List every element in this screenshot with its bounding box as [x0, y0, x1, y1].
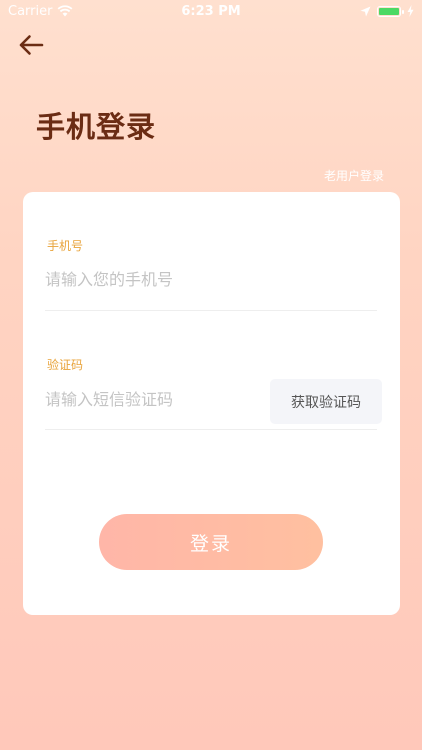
location-arrow-icon [360, 6, 371, 16]
status-right [360, 5, 414, 17]
code-input[interactable] [45, 382, 260, 416]
page-title: 手机登录 [36, 110, 157, 144]
status-left: Carrier [8, 4, 73, 19]
old-user-login-link[interactable]: 老用户登录 [324, 167, 384, 184]
login-card: 手机号 验证码 获取验证码 登录 [23, 192, 400, 615]
code-label: 验证码 [47, 358, 84, 372]
code-divider [45, 429, 377, 430]
carrier-label: Carrier [8, 3, 53, 19]
get-code-button[interactable]: 获取验证码 [270, 379, 382, 424]
back-button[interactable] [16, 30, 46, 60]
phone-divider [45, 310, 377, 311]
arrow-left-icon [19, 35, 44, 55]
battery-fill [379, 7, 399, 15]
login-button[interactable]: 登录 [99, 514, 323, 570]
phone-label: 手机号 [47, 239, 84, 253]
phone-input[interactable] [45, 262, 377, 296]
charging-bolt-icon [407, 5, 414, 17]
wifi-icon [58, 5, 73, 17]
status-bar: Carrier 6:23 PM [0, 0, 422, 22]
battery-icon [377, 5, 404, 17]
